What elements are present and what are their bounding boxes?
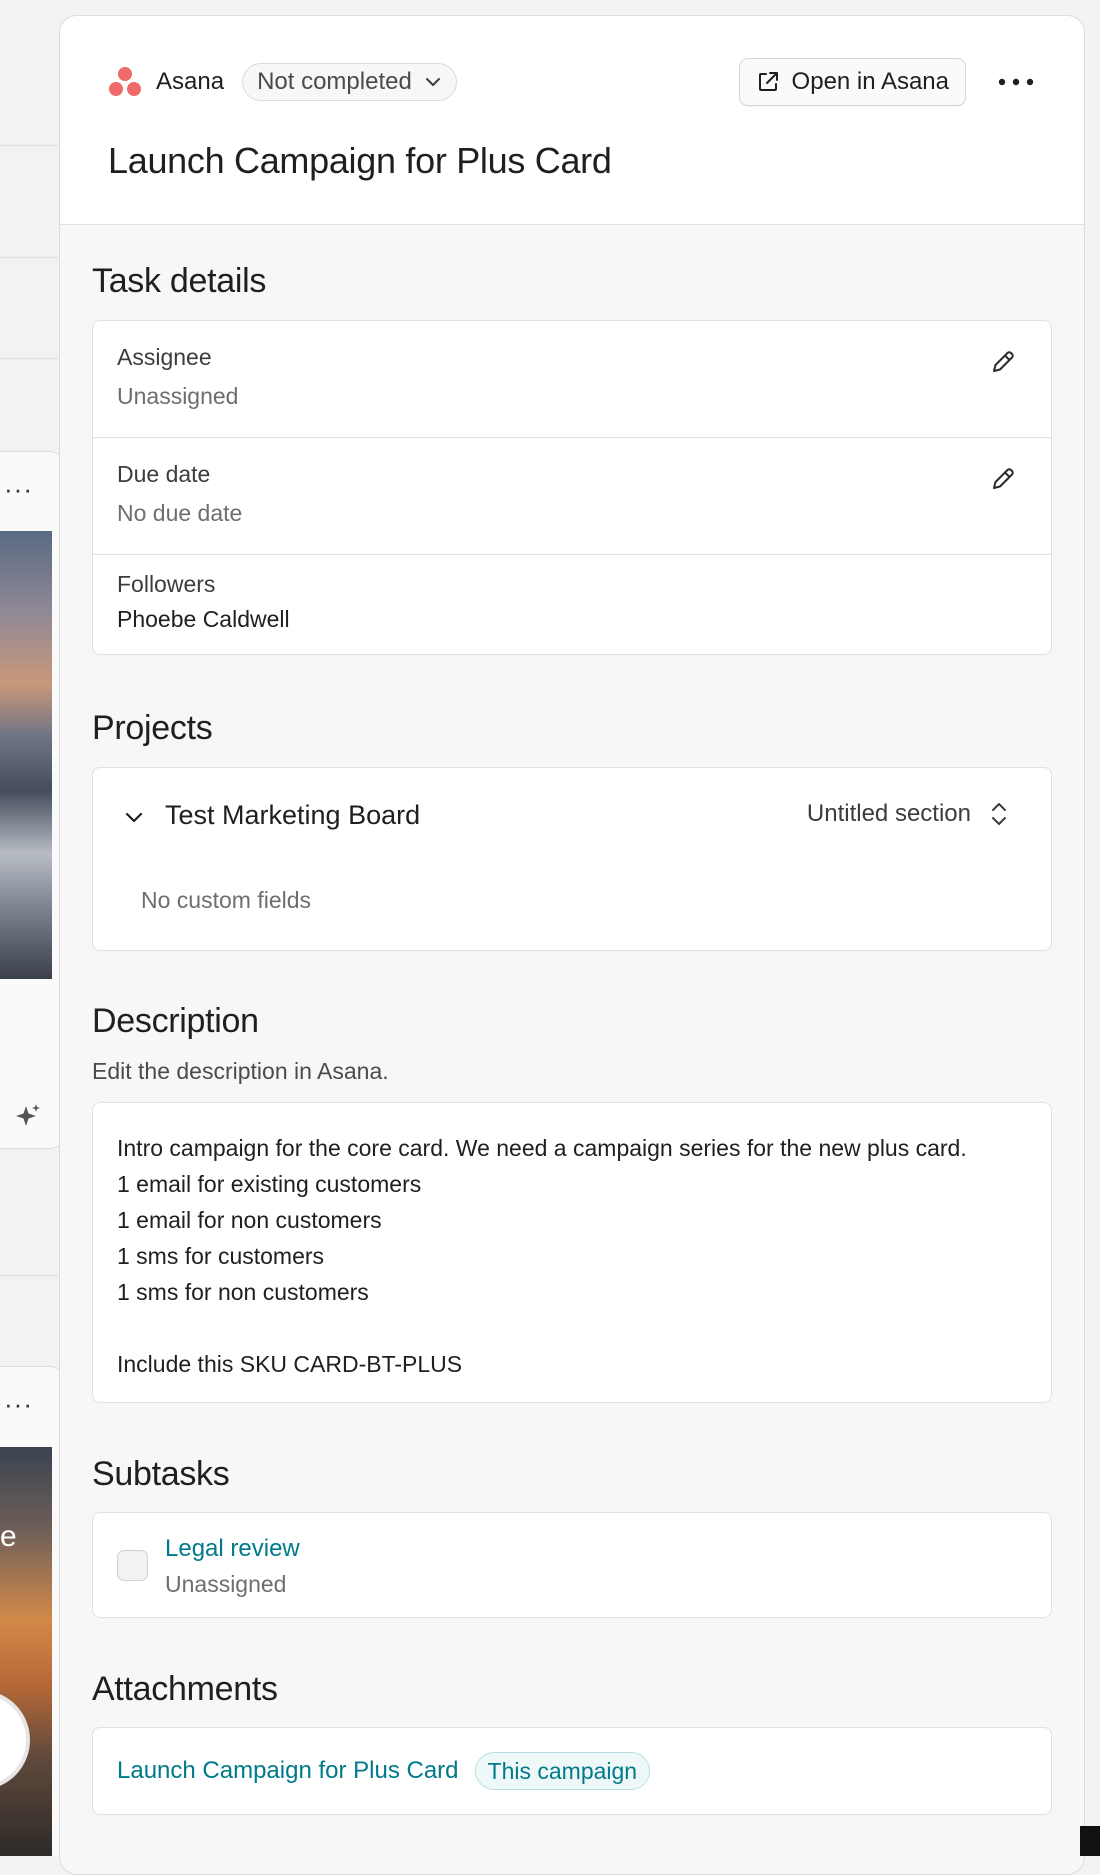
more-icon[interactable]: ··· xyxy=(4,1391,33,1417)
due-date-row: Due date No due date xyxy=(93,438,1051,555)
description-line: 1 sms for non customers xyxy=(117,1274,1027,1310)
divider xyxy=(0,257,58,258)
panel-header: Asana Not completed Open in Asana xyxy=(60,16,1084,225)
followers-label: Followers xyxy=(117,571,1051,598)
subtask-checkbox[interactable] xyxy=(117,1550,148,1581)
open-in-asana-button[interactable]: Open in Asana xyxy=(739,58,966,106)
description-hint: Edit the description in Asana. xyxy=(92,1058,1052,1085)
subtask-item: Legal review Unassigned xyxy=(92,1512,1052,1618)
chevron-down-icon[interactable] xyxy=(122,806,146,830)
assignee-label: Assignee xyxy=(117,344,1051,371)
attachments-heading: Attachments xyxy=(92,1670,1052,1709)
chevron-down-icon xyxy=(424,73,442,91)
task-title: Launch Campaign for Plus Card xyxy=(108,140,612,182)
pencil-icon[interactable] xyxy=(989,465,1017,493)
task-panel: Asana Not completed Open in Asana xyxy=(59,15,1085,1875)
open-in-asana-label: Open in Asana xyxy=(792,68,949,96)
background-image xyxy=(0,1447,52,1856)
due-date-value: No due date xyxy=(117,500,1051,527)
panel-body: Task details Assignee Unassigned Due dat… xyxy=(60,262,1084,1815)
project-name[interactable]: Test Marketing Board xyxy=(165,800,420,831)
subtask-assignee: Unassigned xyxy=(165,1571,286,1598)
description-line xyxy=(117,1310,1027,1346)
assignee-value: Unassigned xyxy=(117,383,1051,410)
brand-name: Asana xyxy=(156,68,224,96)
description-line: Intro campaign for the core card. We nee… xyxy=(117,1130,1027,1166)
project-card: Test Marketing Board Untitled section No… xyxy=(92,767,1052,951)
description-line: 1 email for existing customers xyxy=(117,1166,1027,1202)
description-card: Intro campaign for the core card. We nee… xyxy=(92,1102,1052,1403)
more-icon[interactable]: ··· xyxy=(4,476,33,502)
followers-value: Phoebe Caldwell xyxy=(117,606,1051,633)
status-label: Not completed xyxy=(257,68,412,96)
divider xyxy=(0,358,58,359)
sparkle-icon[interactable] xyxy=(14,1102,42,1130)
pencil-icon[interactable] xyxy=(989,348,1017,376)
subtasks-heading: Subtasks xyxy=(92,1455,1052,1494)
description-line: 1 email for non customers xyxy=(117,1202,1027,1238)
more-horizontal-icon xyxy=(996,77,1036,87)
section-label: Untitled section xyxy=(807,800,971,828)
section-select[interactable]: Untitled section xyxy=(807,800,1009,828)
attachment-badge: This campaign xyxy=(475,1752,651,1790)
task-details-heading: Task details xyxy=(92,262,1052,301)
followers-row: Followers Phoebe Caldwell xyxy=(93,555,1051,654)
status-dropdown[interactable]: Not completed xyxy=(242,63,457,101)
divider xyxy=(0,145,58,146)
background-partial-text: e xyxy=(0,1520,17,1554)
description-line: 1 sms for customers xyxy=(117,1238,1027,1274)
more-options-button[interactable] xyxy=(996,62,1036,102)
attachment-item: Launch Campaign for Plus Card This campa… xyxy=(92,1727,1052,1815)
subtask-link[interactable]: Legal review xyxy=(165,1535,300,1563)
window-corner xyxy=(1080,1826,1100,1856)
asana-logo-icon xyxy=(108,65,142,99)
attachment-link[interactable]: Launch Campaign for Plus Card xyxy=(117,1757,459,1785)
external-link-icon xyxy=(756,70,780,94)
divider xyxy=(0,1275,58,1276)
custom-fields-empty: No custom fields xyxy=(141,887,311,914)
projects-heading: Projects xyxy=(92,709,1052,748)
task-details-card: Assignee Unassigned Due date No due date… xyxy=(92,320,1052,655)
assignee-row: Assignee Unassigned xyxy=(93,321,1051,438)
due-date-label: Due date xyxy=(117,461,1051,488)
description-line: Include this SKU CARD-BT-PLUS xyxy=(117,1346,1027,1382)
chevron-up-down-icon xyxy=(989,800,1009,828)
background-image xyxy=(0,531,52,979)
description-heading: Description xyxy=(92,1002,1052,1041)
